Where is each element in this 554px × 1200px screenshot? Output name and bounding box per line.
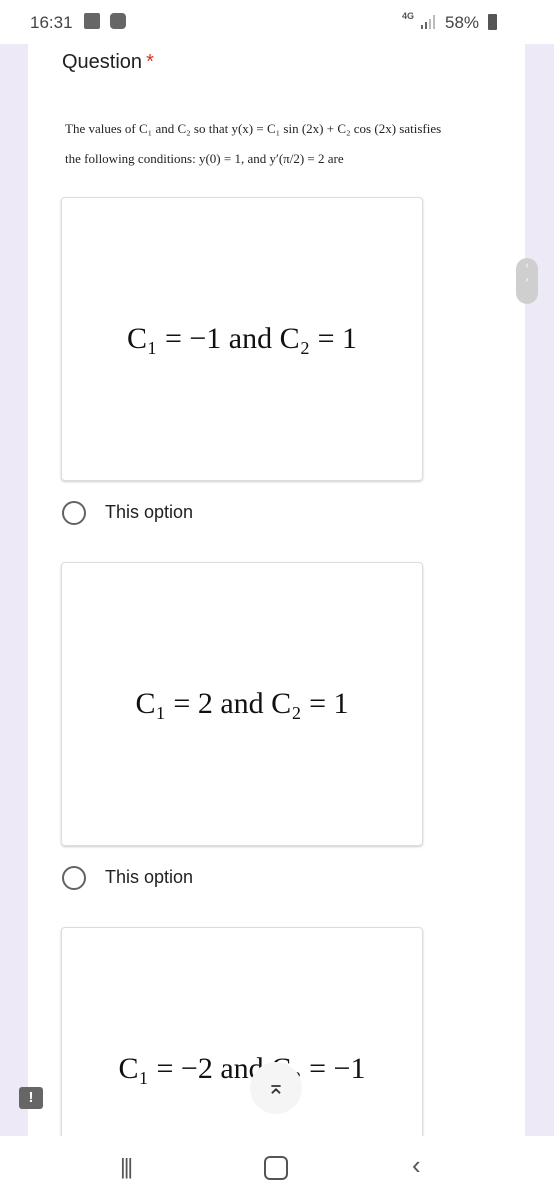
option-image-3: C₁ = −2 and C₂ = −1 bbox=[61, 927, 423, 1169]
home-button[interactable] bbox=[264, 1156, 288, 1180]
required-marker: * bbox=[146, 51, 154, 73]
status-bar: 16:31 4G 58% bbox=[0, 0, 554, 44]
option-label: This option bbox=[105, 502, 194, 522]
recents-button[interactable]: ||| bbox=[120, 1154, 133, 1180]
scrollbar-handle[interactable]: ‹ › bbox=[516, 258, 538, 304]
question-text: The values of C₁ and C₂ so that y(x) = C… bbox=[65, 114, 505, 174]
question-text-line1: The values of C₁ and C₂ so that y(x) = C… bbox=[65, 121, 442, 136]
option-equation: C₁ = −1 and C₂ = 1 bbox=[126, 322, 357, 355]
option-equation: C₁ = −2 and C₂ = −1 bbox=[118, 1052, 366, 1085]
scroll-to-top-button[interactable]: ⌅ bbox=[250, 1062, 302, 1114]
battery-percent: 58% bbox=[445, 13, 480, 32]
option-label: This option bbox=[105, 867, 194, 887]
radio-button[interactable] bbox=[62, 866, 86, 890]
status-time: 16:31 bbox=[30, 13, 73, 32]
signal-icon bbox=[421, 15, 435, 29]
question-card: Question * The values of C₁ and C₂ so tha… bbox=[28, 44, 525, 1169]
question-text-line2: the following conditions: y(0) = 1, and … bbox=[65, 151, 344, 166]
option-image-2: C₁ = 2 and C₂ = 1 bbox=[61, 562, 423, 846]
back-button[interactable]: ‹ bbox=[412, 1150, 421, 1181]
battery-icon bbox=[488, 14, 497, 30]
app-notification-icon bbox=[110, 13, 126, 29]
option-image-1: C₁ = −1 and C₂ = 1 bbox=[61, 197, 423, 481]
navigation-bar: ||| ‹ bbox=[0, 1136, 554, 1200]
radio-button[interactable] bbox=[62, 501, 86, 525]
option-equation: C₁ = 2 and C₂ = 1 bbox=[135, 687, 349, 720]
network-type: 4G bbox=[402, 11, 415, 21]
gallery-icon bbox=[84, 13, 100, 29]
question-title-text: Question bbox=[62, 51, 143, 73]
feedback-icon[interactable]: ! bbox=[19, 1087, 43, 1109]
question-title: Question * bbox=[62, 51, 154, 74]
